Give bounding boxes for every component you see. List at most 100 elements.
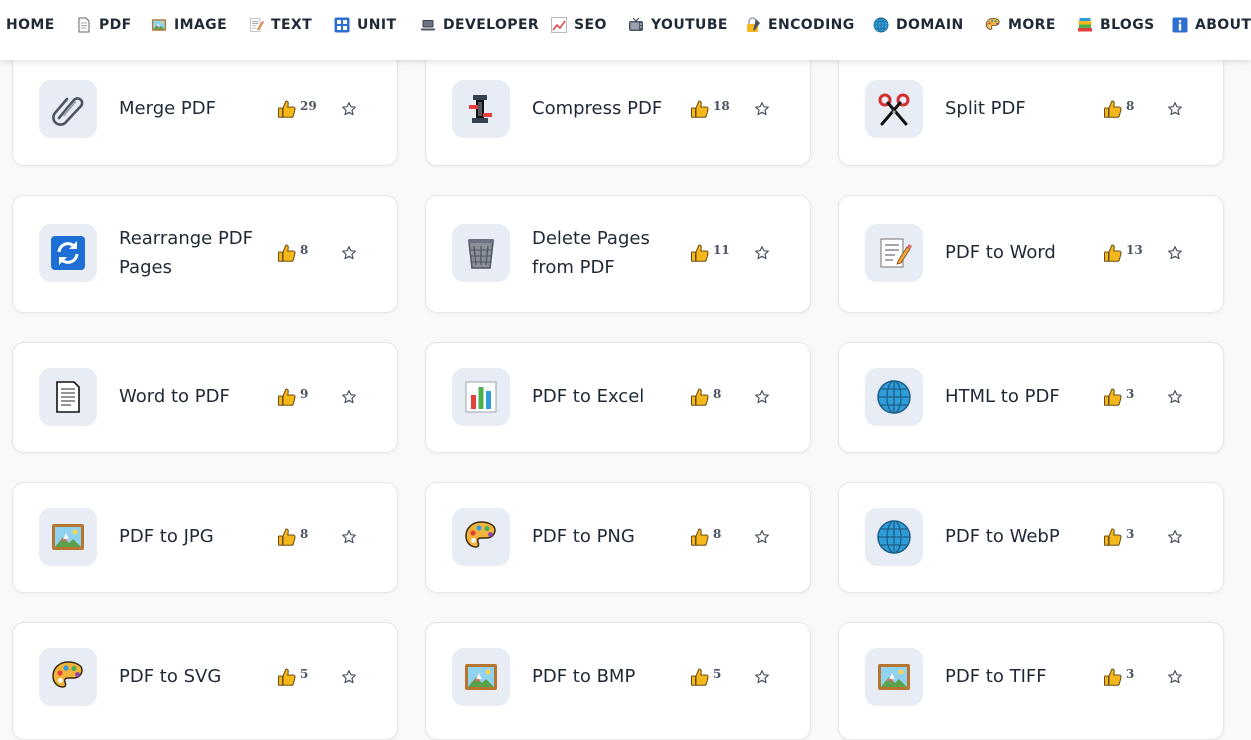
nav-item-youtube[interactable]: YOUTUBE bbox=[628, 16, 728, 34]
nav-item-encoding[interactable]: ENCODING bbox=[745, 16, 855, 34]
like-button[interactable]: 3 bbox=[1103, 527, 1134, 547]
tool-card[interactable]: PDF to WebP 3 bbox=[838, 482, 1224, 593]
tool-title[interactable]: Rearrange PDF Pages bbox=[119, 224, 279, 282]
favorite-star-icon[interactable] bbox=[1167, 669, 1183, 685]
like-count: 5 bbox=[300, 667, 309, 681]
favorite-star-icon[interactable] bbox=[341, 101, 357, 117]
tool-card[interactable]: Word to PDF 9 bbox=[12, 342, 398, 453]
favorite-star-icon[interactable] bbox=[754, 389, 770, 405]
nav-item-home[interactable]: HOME bbox=[6, 16, 55, 34]
like-button[interactable]: 5 bbox=[277, 667, 308, 687]
favorite-star-icon[interactable] bbox=[1167, 389, 1183, 405]
like-button[interactable]: 8 bbox=[690, 387, 721, 407]
like-button[interactable]: 3 bbox=[1103, 667, 1134, 687]
tool-title[interactable]: PDF to JPG bbox=[119, 522, 279, 551]
nav-item-text[interactable]: TEXT bbox=[248, 16, 312, 34]
like-button[interactable]: 9 bbox=[277, 387, 308, 407]
like-button[interactable]: 8 bbox=[277, 527, 308, 547]
nav-item-seo[interactable]: SEO bbox=[551, 16, 607, 34]
tool-card[interactable]: HTML to PDF 3 bbox=[838, 342, 1224, 453]
framed-picture-icon bbox=[452, 648, 510, 706]
globe-icon bbox=[873, 17, 889, 33]
like-button[interactable]: 5 bbox=[690, 667, 721, 687]
like-button[interactable]: 8 bbox=[277, 243, 308, 263]
favorite-star-icon[interactable] bbox=[754, 245, 770, 261]
tool-title[interactable]: PDF to BMP bbox=[532, 662, 692, 691]
tool-grid: Merge PDF 29 Compress PDF 18 Split PDF 8 Rearr… bbox=[0, 0, 1251, 740]
like-count: 29 bbox=[300, 99, 317, 113]
tool-card[interactable]: Merge PDF 29 bbox=[12, 50, 398, 166]
tool-title[interactable]: HTML to PDF bbox=[945, 382, 1105, 411]
favorite-star-icon[interactable] bbox=[1167, 245, 1183, 261]
tool-card[interactable]: Rearrange PDF Pages 8 bbox=[12, 195, 398, 313]
nav-item-label: IMAGE bbox=[174, 17, 228, 33]
nav-item-label: BLOGS bbox=[1100, 17, 1155, 33]
tool-title[interactable]: PDF to TIFF bbox=[945, 662, 1105, 691]
tool-title[interactable]: PDF to PNG bbox=[532, 522, 692, 551]
television-icon bbox=[628, 17, 644, 33]
like-button[interactable]: 18 bbox=[690, 99, 730, 119]
tool-card[interactable]: PDF to SVG 5 bbox=[12, 622, 398, 740]
tool-title[interactable]: Delete Pages from PDF bbox=[532, 224, 692, 282]
tool-card[interactable]: Split PDF 8 bbox=[838, 50, 1224, 166]
nav-item-more[interactable]: MORE bbox=[985, 16, 1056, 34]
favorite-star-icon[interactable] bbox=[341, 669, 357, 685]
thumbs-up-icon bbox=[690, 243, 710, 263]
tool-title[interactable]: Merge PDF bbox=[119, 94, 279, 123]
globe-icon bbox=[865, 368, 923, 426]
favorite-star-icon[interactable] bbox=[341, 529, 357, 545]
tool-card[interactable]: PDF to Excel 8 bbox=[425, 342, 811, 453]
tool-title[interactable]: Word to PDF bbox=[119, 382, 279, 411]
like-count: 8 bbox=[300, 243, 309, 257]
like-button[interactable]: 29 bbox=[277, 99, 317, 119]
tool-card[interactable]: PDF to BMP 5 bbox=[425, 622, 811, 740]
nav-item-label: TEXT bbox=[271, 17, 313, 33]
nav-item-label: ABOUT bbox=[1195, 17, 1251, 33]
tool-title[interactable]: PDF to WebP bbox=[945, 522, 1105, 551]
favorite-star-icon[interactable] bbox=[341, 389, 357, 405]
like-button[interactable]: 8 bbox=[690, 527, 721, 547]
thumbs-up-icon bbox=[1103, 527, 1123, 547]
favorite-star-icon[interactable] bbox=[754, 101, 770, 117]
tool-card[interactable]: Delete Pages from PDF 11 bbox=[425, 195, 811, 313]
like-count: 18 bbox=[713, 99, 730, 113]
nav-item-domain[interactable]: DOMAIN bbox=[873, 16, 964, 34]
like-count: 8 bbox=[713, 527, 722, 541]
wastebasket-icon bbox=[452, 224, 510, 282]
thumbs-up-icon bbox=[277, 387, 297, 407]
tool-card[interactable]: Compress PDF 18 bbox=[425, 50, 811, 166]
favorite-star-icon[interactable] bbox=[1167, 529, 1183, 545]
favorite-star-icon[interactable] bbox=[754, 529, 770, 545]
framed-picture-icon bbox=[865, 648, 923, 706]
tool-title[interactable]: PDF to Excel bbox=[532, 382, 692, 411]
tool-title[interactable]: Compress PDF bbox=[532, 94, 692, 123]
like-button[interactable]: 11 bbox=[690, 243, 730, 263]
like-count: 5 bbox=[713, 667, 722, 681]
thumbs-up-icon bbox=[690, 387, 710, 407]
tool-title[interactable]: Split PDF bbox=[945, 94, 1105, 123]
tool-card[interactable]: PDF to Word 13 bbox=[838, 195, 1224, 313]
tool-card[interactable]: PDF to PNG 8 bbox=[425, 482, 811, 593]
thumbs-up-icon bbox=[690, 99, 710, 119]
tool-card[interactable]: PDF to JPG 8 bbox=[12, 482, 398, 593]
nav-item-blogs[interactable]: BLOGS bbox=[1077, 16, 1155, 34]
tool-card[interactable]: PDF to TIFF 3 bbox=[838, 622, 1224, 740]
tool-title[interactable]: PDF to Word bbox=[945, 238, 1105, 267]
nav-item-unit[interactable]: UNIT bbox=[334, 16, 396, 34]
favorite-star-icon[interactable] bbox=[1167, 101, 1183, 117]
nav-item-developer[interactable]: DEVELOPER bbox=[420, 16, 539, 34]
nav-item-pdf[interactable]: PDF bbox=[76, 16, 132, 34]
like-count: 9 bbox=[300, 387, 309, 401]
memo-icon bbox=[248, 17, 264, 33]
like-button[interactable]: 13 bbox=[1103, 243, 1143, 263]
framed-picture-icon bbox=[151, 17, 167, 33]
books-icon bbox=[1077, 17, 1093, 33]
nav-item-image[interactable]: IMAGE bbox=[151, 16, 227, 34]
tool-title[interactable]: PDF to SVG bbox=[119, 662, 279, 691]
like-button[interactable]: 3 bbox=[1103, 387, 1134, 407]
nav-item-about[interactable]: ABOUT bbox=[1172, 16, 1251, 34]
nav-item-label: YOUTUBE bbox=[651, 17, 728, 33]
favorite-star-icon[interactable] bbox=[754, 669, 770, 685]
like-button[interactable]: 8 bbox=[1103, 99, 1134, 119]
favorite-star-icon[interactable] bbox=[341, 245, 357, 261]
